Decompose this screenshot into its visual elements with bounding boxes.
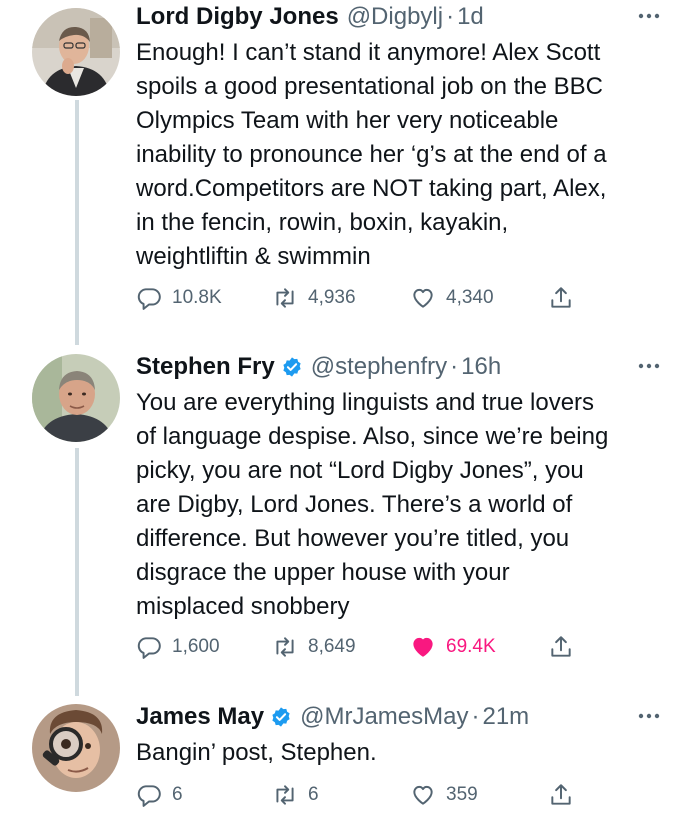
tweet-actions: 6 6 359 [136,782,586,812]
tweet-actions: 10.8K 4,936 4,340 [136,285,586,315]
share-icon [551,636,571,657]
retweet-count: 4,936 [308,287,356,308]
timestamp[interactable]: 21m [482,703,529,731]
share-icon [551,287,571,308]
reply-icon [137,288,161,310]
retweet-icon [276,785,294,805]
reply-count: 6 [172,784,183,805]
timestamp[interactable]: 1d [457,3,484,31]
heart-icon [413,785,433,805]
share-button[interactable] [548,634,584,660]
like-count: 359 [446,784,478,805]
verified-badge-icon [272,707,290,727]
like-count: 69.4K [446,636,496,657]
like-button[interactable]: 4,340 [410,285,494,311]
like-count: 4,340 [446,287,494,308]
tweet-text-line: inability to pronounce her ‘g’s at the e… [136,141,607,168]
avatar[interactable] [32,704,120,792]
more-icon[interactable] [636,356,662,376]
share-button[interactable] [548,782,584,808]
reply-count: 1,600 [172,636,220,657]
user-handle[interactable]: @MrJamesMay [300,703,468,731]
tweet-text-line: You are everything linguists and true lo… [136,389,595,416]
retweet-button[interactable]: 4,936 [272,285,356,311]
separator: · [450,353,459,380]
user-handle[interactable]: @stephenfry [311,353,447,381]
tweet-text-line: of language despise. Also, since we’re b… [136,423,609,450]
tweet-text-line: Olympics Team with her very noticeable [136,107,559,134]
reply-count: 10.8K [172,287,222,308]
thread-line [75,100,79,345]
tweet-text: Enough! I can’t stand it anymore! Alex S… [136,36,676,274]
avatar[interactable] [32,8,120,96]
tweet-header: James May @MrJamesMay · 21m [136,700,676,734]
tweet-text-line: misplaced snobbery [136,593,350,620]
tweet-text: Bangin’ post, Stephen. [136,736,676,770]
tweet-text-line: difference. But however you’re titled, y… [136,525,570,552]
tweet-text-line: weightliftin & swimmin [136,243,371,270]
tweet-text-line: picky, you are not “Lord Digby Jones”, y… [136,457,584,484]
timestamp[interactable]: 16h [461,353,501,381]
tweet-text: You are everything linguists and true lo… [136,386,676,624]
user-handle[interactable]: @Digbylj [347,3,443,31]
tweet-text-line: spoils a good presentational job on the … [136,73,603,100]
reply-icon [137,637,161,659]
more-icon[interactable] [636,6,662,26]
like-button[interactable]: 69.4K [410,634,496,660]
reply-button[interactable]: 1,600 [136,634,220,660]
verified-badge-icon [283,357,301,377]
separator: · [446,3,455,30]
retweet-button[interactable]: 6 [272,782,319,808]
display-name[interactable]: Lord Digby Jones [136,3,339,31]
thread-line [75,448,79,696]
tweet-text-line: disgrace the upper house with your [136,559,510,586]
tweet-text-line: Bangin’ post, Stephen. [136,739,377,766]
reply-icon [137,785,161,807]
heart-icon [413,637,433,657]
retweet-icon [276,288,294,308]
tweet-header: Lord Digby Jones @Digbylj · 1d [136,0,676,34]
share-button[interactable] [548,285,584,311]
display-name[interactable]: James May [136,703,264,731]
avatar[interactable] [32,354,120,442]
heart-icon [413,288,433,308]
retweet-count: 6 [308,784,319,805]
reply-button[interactable]: 10.8K [136,285,222,311]
display-name[interactable]: Stephen Fry [136,353,275,381]
retweet-button[interactable]: 8,649 [272,634,356,660]
tweet-text-line: are Digby, Lord Jones. There’s a world o… [136,491,573,518]
reply-button[interactable]: 6 [136,782,183,808]
tweet-header: Stephen Fry @stephenfry · 16h [136,350,676,384]
separator: · [471,703,480,730]
tweet-text-line: in the fencin, rowin, boxin, kayakin, [136,209,509,236]
retweet-count: 8,649 [308,636,356,657]
tweet-text-line: word.Competitors are NOT taking part, Al… [136,175,607,202]
tweet-text-line: Enough! I can’t stand it anymore! Alex S… [136,39,601,66]
share-icon [551,784,571,805]
tweet-actions: 1,600 8,649 69.4K [136,634,586,664]
more-icon[interactable] [636,706,662,726]
like-button[interactable]: 359 [410,782,478,808]
retweet-icon [276,637,294,657]
